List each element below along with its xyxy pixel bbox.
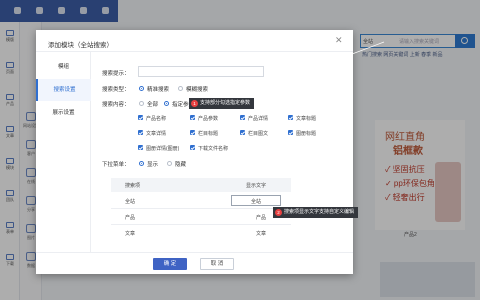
- annotation-callout-2: 2 搜索项显示文字支持自定义编辑: [273, 207, 359, 218]
- annotation-leader-lines: [221, 41, 385, 213]
- leader-line: [221, 41, 385, 104]
- annotation-text: 支持部分勾选指定参数: [200, 100, 251, 106]
- leader-line: [299, 149, 327, 213]
- annotation-number: 1: [191, 100, 198, 107]
- annotation-number: 2: [275, 209, 282, 216]
- annotation-callout-1: 1 支持部分勾选指定参数: [189, 98, 255, 109]
- annotation-text: 搜索项显示文字支持自定义编辑: [284, 209, 355, 215]
